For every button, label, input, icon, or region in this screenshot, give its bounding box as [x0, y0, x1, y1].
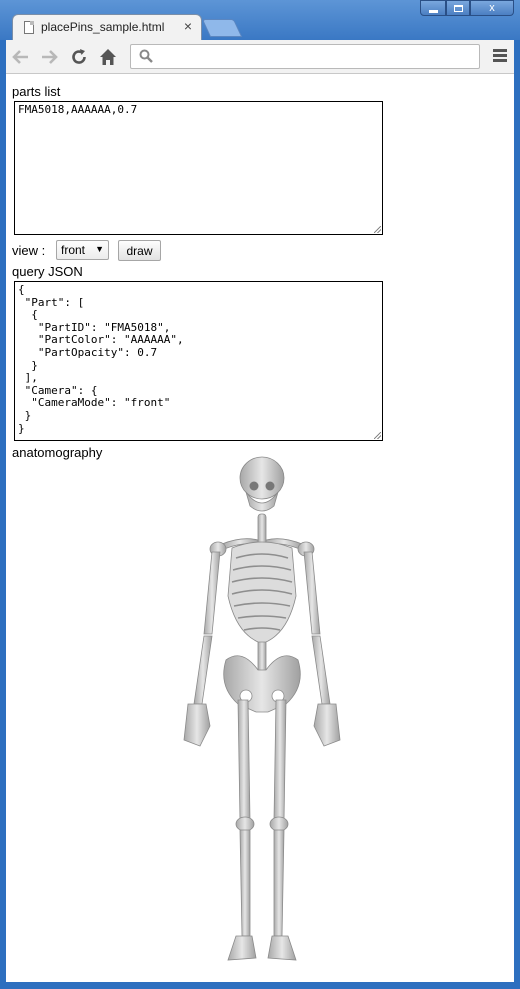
address-input[interactable]: [159, 47, 477, 68]
close-window-button[interactable]: x: [470, 0, 514, 16]
resize-grip-icon[interactable]: [374, 226, 381, 233]
title-bar: placePins_sample.html × x: [0, 0, 520, 40]
hamburger-menu-icon: [490, 49, 510, 62]
view-select-value: front: [61, 243, 86, 257]
back-arrow-icon: [12, 50, 28, 64]
home-button[interactable]: [97, 46, 119, 68]
minimize-icon: [428, 9, 438, 13]
parts-list-label: parts list: [12, 84, 61, 99]
back-button[interactable]: [10, 46, 32, 68]
parts-list-textarea[interactable]: FMA5018,AAAAAA,0.7: [14, 101, 383, 235]
query-json-label: query JSON: [12, 264, 83, 279]
new-tab-button[interactable]: [201, 19, 243, 37]
tab-close-icon[interactable]: ×: [184, 18, 192, 34]
window-controls: x: [420, 0, 514, 16]
address-bar[interactable]: [130, 44, 480, 69]
anatomography-label: anatomography: [12, 445, 103, 460]
page-content: parts list FMA5018,AAAAAA,0.7 view : fro…: [6, 74, 514, 982]
forward-arrow-icon: [42, 50, 58, 64]
query-json-textarea[interactable]: { "Part": [ { "PartID": "FMA5018", "Part…: [14, 281, 383, 441]
search-icon: [139, 49, 153, 63]
browser-tab[interactable]: placePins_sample.html ×: [12, 14, 202, 40]
skeleton-image: [183, 456, 341, 961]
chrome-menu-button[interactable]: [490, 47, 510, 67]
minimize-button[interactable]: [420, 0, 446, 16]
reload-button[interactable]: [68, 46, 90, 68]
maximize-icon: [453, 4, 463, 12]
home-icon: [100, 49, 116, 65]
browser-window: placePins_sample.html × x parts list FMA…: [0, 0, 520, 989]
tab-title: placePins_sample.html: [41, 20, 165, 34]
page-icon: [24, 21, 34, 34]
close-icon: x: [489, 2, 495, 14]
dropdown-arrow-icon: ▼: [95, 244, 104, 254]
reload-icon: [72, 49, 86, 64]
view-label: view :: [12, 243, 46, 258]
maximize-button[interactable]: [446, 0, 470, 16]
anatomography-viewer[interactable]: [146, 456, 378, 962]
resize-grip-icon[interactable]: [374, 432, 381, 439]
draw-button[interactable]: draw: [118, 240, 161, 261]
forward-button[interactable]: [38, 46, 60, 68]
view-select[interactable]: front ▼: [56, 240, 109, 260]
browser-toolbar: [6, 40, 514, 74]
